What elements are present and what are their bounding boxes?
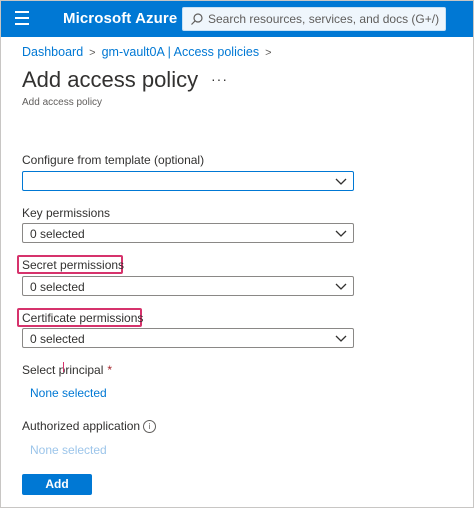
info-icon[interactable]: i [143,420,156,433]
breadcrumb-access-policies[interactable]: gm-vault0A | Access policies [102,45,259,59]
secret-permissions-label: Secret permissions [22,258,125,272]
certificate-permissions-value: 0 selected [30,332,85,346]
key-permissions-dropdown[interactable]: 0 selected [22,223,354,243]
secret-permissions-value: 0 selected [30,280,85,294]
search-icon [191,13,203,25]
page-subtitle: Add access policy [22,97,103,108]
certificate-permissions-label: Certificate permissions [22,311,144,325]
chevron-right-icon: > [89,47,96,59]
text-cursor [63,362,64,372]
chevron-down-icon [335,178,347,185]
hamburger-menu-icon[interactable] [13,11,31,27]
authorized-application-link: None selected [30,443,107,457]
page-title: Add access policy [22,67,199,92]
secret-permissions-dropdown[interactable]: 0 selected [22,276,354,296]
chevron-down-icon [335,335,347,342]
certificate-permissions-dropdown[interactable]: 0 selected [22,328,354,348]
portal-window: Microsoft Azure Search resources, servic… [0,0,474,508]
search-placeholder: Search resources, services, and docs (G+… [208,12,440,26]
key-permissions-label: Key permissions [22,206,111,220]
authorized-application-label: Authorized application [22,419,141,433]
more-options-button[interactable]: ··· [211,71,228,87]
breadcrumb-dashboard[interactable]: Dashboard [22,45,83,59]
chevron-right-icon: > [265,47,272,59]
chevron-down-icon [335,283,347,290]
breadcrumb: Dashboard > gm-vault0A | Access policies > [22,45,278,59]
key-permissions-value: 0 selected [30,227,85,241]
select-principal-label: Select principal * [22,363,112,377]
required-asterisk: * [107,363,113,377]
chevron-down-icon [335,230,347,237]
select-principal-link[interactable]: None selected [30,386,107,400]
template-label: Configure from template (optional) [22,153,205,167]
top-bar: Microsoft Azure Search resources, servic… [1,1,473,37]
search-input[interactable]: Search resources, services, and docs (G+… [182,7,446,31]
brand-title[interactable]: Microsoft Azure [63,10,177,27]
add-button[interactable]: Add [22,474,92,495]
template-dropdown[interactable] [22,171,354,191]
